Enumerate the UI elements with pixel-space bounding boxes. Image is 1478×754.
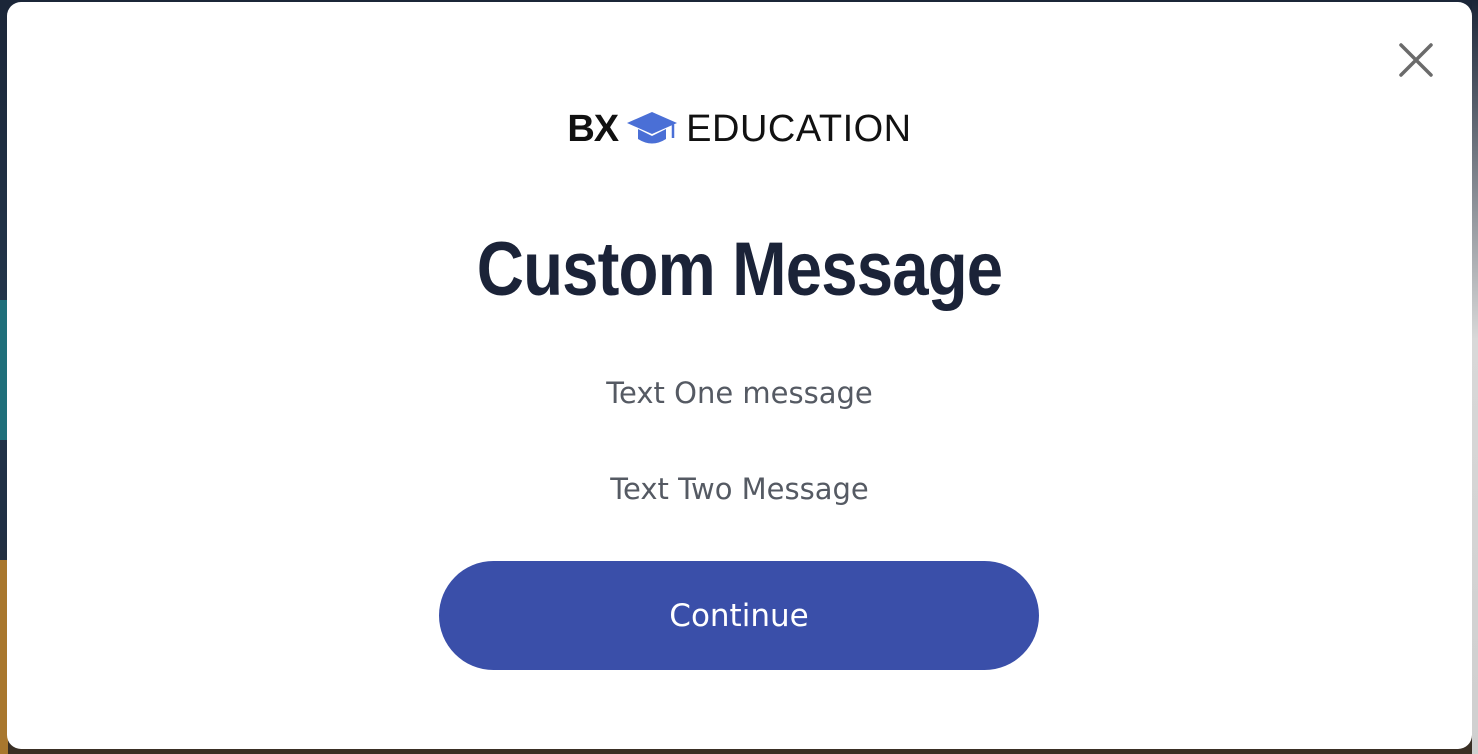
brand-logo: BX EDUCATION: [7, 104, 1472, 154]
brand-mark: BX: [567, 108, 619, 150]
message-text-one: Text One message: [606, 376, 873, 410]
backdrop-image-right: [1472, 0, 1478, 754]
brand-name: EDUCATION: [686, 108, 912, 150]
graduation-cap-icon: [626, 109, 678, 149]
close-button[interactable]: [1394, 38, 1438, 82]
custom-message-modal: BX EDUCATION Custom Message Text One mes…: [7, 2, 1472, 749]
close-icon[interactable]: [1398, 42, 1434, 78]
modal-title: Custom Message: [476, 227, 1003, 312]
message-text-two: Text Two Message: [610, 472, 869, 506]
continue-button[interactable]: Continue: [439, 561, 1039, 670]
